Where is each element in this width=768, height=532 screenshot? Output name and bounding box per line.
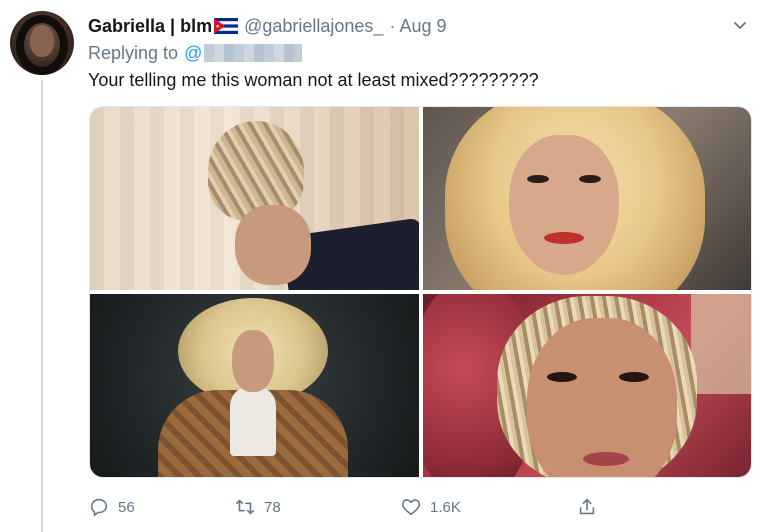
share-button[interactable] [576,496,598,518]
chevron-down-icon[interactable] [732,17,748,33]
display-name[interactable]: Gabriella | blm [88,16,212,37]
photo-4-lips [582,452,629,466]
separator-dot: · [389,15,396,36]
redacted-username [204,44,303,62]
retweet-count: 78 [264,498,281,516]
like-button[interactable]: 1.6K [400,496,576,518]
photo-2[interactable] [422,107,751,290]
tweet-date[interactable]: Aug 9 [399,16,446,37]
avatar-face [30,25,54,57]
photo-2-face [508,135,619,275]
photo-2-eye-left [526,175,549,183]
photo-3[interactable] [90,294,419,477]
photo-2-eye-right [578,175,601,183]
heart-icon [401,499,421,516]
media-grid [89,106,752,478]
tweet-text: Your telling me this woman not at least … [88,70,539,90]
replying-to-mention[interactable]: @ [184,43,202,64]
thread-line [41,80,43,532]
photo-4-eye-left [546,372,577,382]
replying-to-label: Replying to [88,42,179,63]
share-icon [579,498,595,515]
reply-icon [90,498,108,517]
cuba-flag-icon [214,18,239,34]
retweet-icon [235,499,255,515]
photo-1-head [235,205,311,285]
photo-1-braided-bun [208,121,304,221]
photo-1[interactable] [90,107,419,290]
like-count: 1.6K [430,498,461,516]
avatar[interactable] [10,11,74,75]
reply-button[interactable]: 56 [88,496,234,518]
user-handle[interactable]: @gabriellajones_ [244,16,383,37]
photo-2-lips [543,232,584,244]
reply-count: 56 [118,498,135,516]
photo-4-eye-right [618,372,649,382]
tweet-actions: 56 78 1.6K [88,494,618,520]
tweet-header: Gabriella | blm @gabriellajones_ · Aug 9 [88,15,748,37]
photo-3-collar [230,386,276,456]
retweet-button[interactable]: 78 [234,496,400,518]
photo-4[interactable] [422,294,751,477]
photo-4-background [691,294,751,394]
photo-3-face [232,330,274,392]
replying-to: Replying to @ [88,42,303,64]
